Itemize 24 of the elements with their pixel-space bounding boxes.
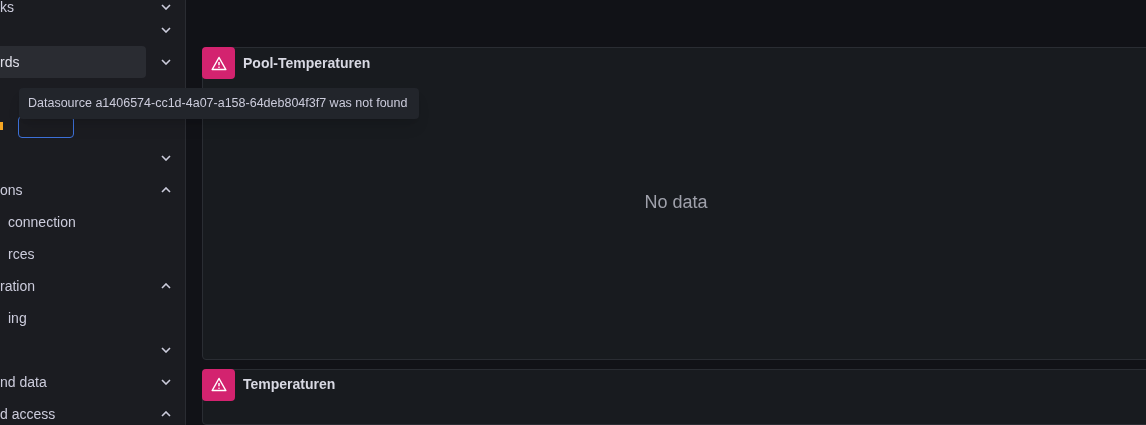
chevron-down-icon[interactable] — [161, 27, 171, 33]
no-data-message: No data — [644, 191, 708, 215]
marker-icon — [0, 122, 3, 130]
chevron-down-icon[interactable] — [161, 4, 171, 10]
nav-item[interactable]: rces — [0, 238, 146, 270]
nav-item[interactable]: ration — [0, 270, 146, 302]
chevron-down-icon[interactable] — [161, 59, 171, 65]
nav-item[interactable]: ks — [0, 0, 146, 14]
nav-item[interactable]: rds — [0, 46, 146, 78]
nav-item[interactable]: ing — [0, 302, 146, 334]
warning-icon[interactable] — [202, 368, 235, 401]
panel-title: Pool-Temperaturen — [243, 53, 371, 73]
nav-item[interactable]: ons — [0, 174, 146, 206]
nav-item[interactable]: nd data — [0, 366, 146, 398]
chevron-down-icon[interactable] — [161, 379, 171, 385]
chevron-down-icon[interactable] — [161, 155, 171, 161]
nav-item[interactable]: connection — [0, 206, 146, 238]
chevron-up-icon[interactable] — [161, 411, 171, 417]
chevron-up-icon[interactable] — [161, 283, 171, 289]
chevron-up-icon[interactable] — [161, 187, 171, 193]
nav-item[interactable]: d access — [0, 398, 146, 425]
panel-title: Temperaturen — [243, 375, 336, 395]
tooltip: Datasource a1406574-cc1d-4a07-a158-64deb804f3f7 was not found — [19, 88, 419, 119]
chevron-down-icon[interactable] — [161, 347, 171, 353]
